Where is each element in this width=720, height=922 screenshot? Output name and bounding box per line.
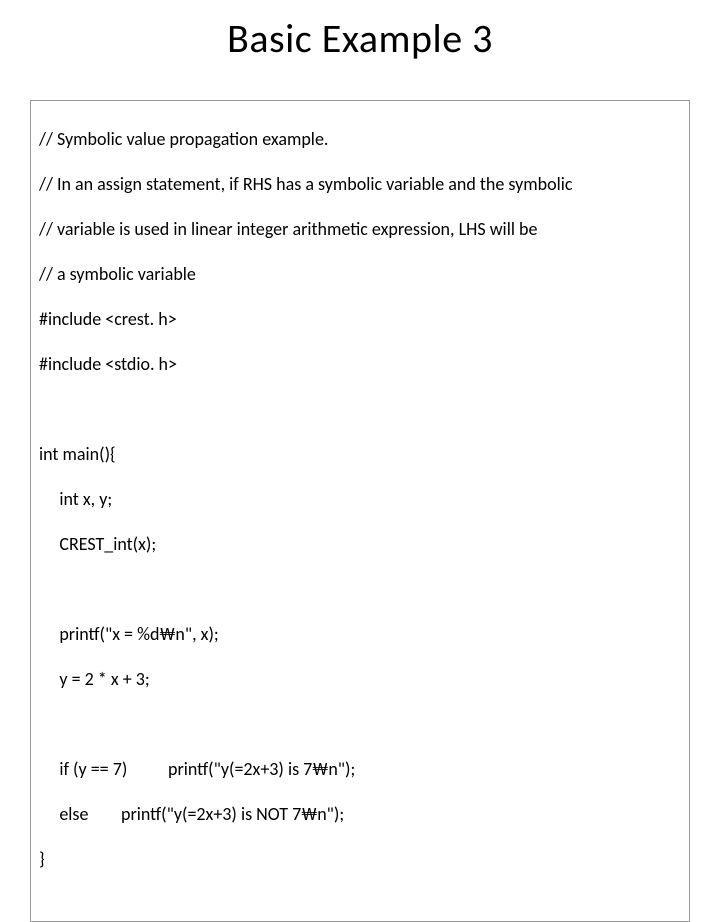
page-title: Basic Example 3 [0, 14, 720, 63]
code-line: int x, y; [39, 488, 681, 511]
code-line: CREST_int(x); [39, 533, 681, 556]
code-line: if (y == 7) printf("y(=2x+3) is 7₩n"); [39, 758, 681, 781]
code-line: // variable is used in linear integer ar… [39, 218, 681, 241]
code-line: // a symbolic variable [39, 263, 681, 286]
code-line: y = 2 * x + 3; [39, 668, 681, 691]
code-line: int main(){ [39, 443, 681, 466]
code-block: // Symbolic value propagation example. /… [30, 100, 690, 922]
code-line: #include <stdio. h> [39, 353, 681, 376]
code-line [39, 713, 681, 736]
code-line [39, 398, 681, 421]
code-line: } [39, 848, 681, 871]
code-line [39, 578, 681, 601]
code-line: #include <crest. h> [39, 308, 681, 331]
slide: Basic Example 3 // Symbolic value propag… [0, 0, 720, 540]
code-line: printf("x = %d₩n", x); [39, 623, 681, 646]
code-line: // Symbolic value propagation example. [39, 128, 681, 151]
code-line: // In an assign statement, if RHS has a … [39, 173, 681, 196]
code-line: else printf("y(=2x+3) is NOT 7₩n"); [39, 803, 681, 826]
